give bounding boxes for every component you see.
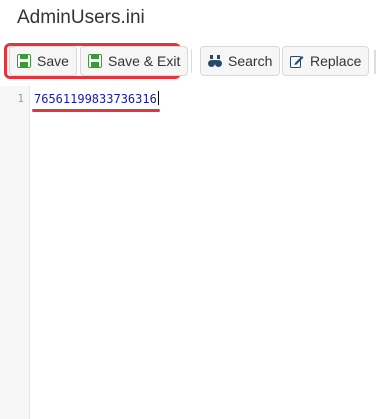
save-button[interactable]: Save	[9, 46, 77, 76]
search-button[interactable]: Search	[200, 46, 281, 76]
text-cursor	[157, 91, 159, 105]
toolbar-separator	[191, 49, 192, 73]
toolbar: Save Save & Exit Search Replace	[0, 41, 376, 83]
save-label: Save	[37, 53, 69, 69]
code-line-text: 76561199833736316	[34, 92, 157, 106]
binoculars-icon	[208, 54, 222, 68]
code-line[interactable]: 76561199833736316	[34, 91, 159, 106]
search-label: Search	[228, 53, 273, 69]
code-editor[interactable]: 1 76561199833736316	[0, 86, 376, 419]
line-number: 1	[17, 92, 24, 105]
save-exit-button[interactable]: Save & Exit	[80, 46, 189, 76]
window-title: AdminUsers.ini	[17, 7, 145, 28]
highlight-underline	[32, 109, 160, 112]
edit-icon	[290, 54, 304, 68]
replace-button[interactable]: Replace	[282, 46, 370, 76]
save-icon	[17, 54, 31, 68]
save-icon	[88, 54, 102, 68]
replace-label: Replace	[310, 53, 362, 69]
line-gutter: 1	[0, 86, 30, 419]
save-exit-label: Save & Exit	[108, 53, 181, 69]
